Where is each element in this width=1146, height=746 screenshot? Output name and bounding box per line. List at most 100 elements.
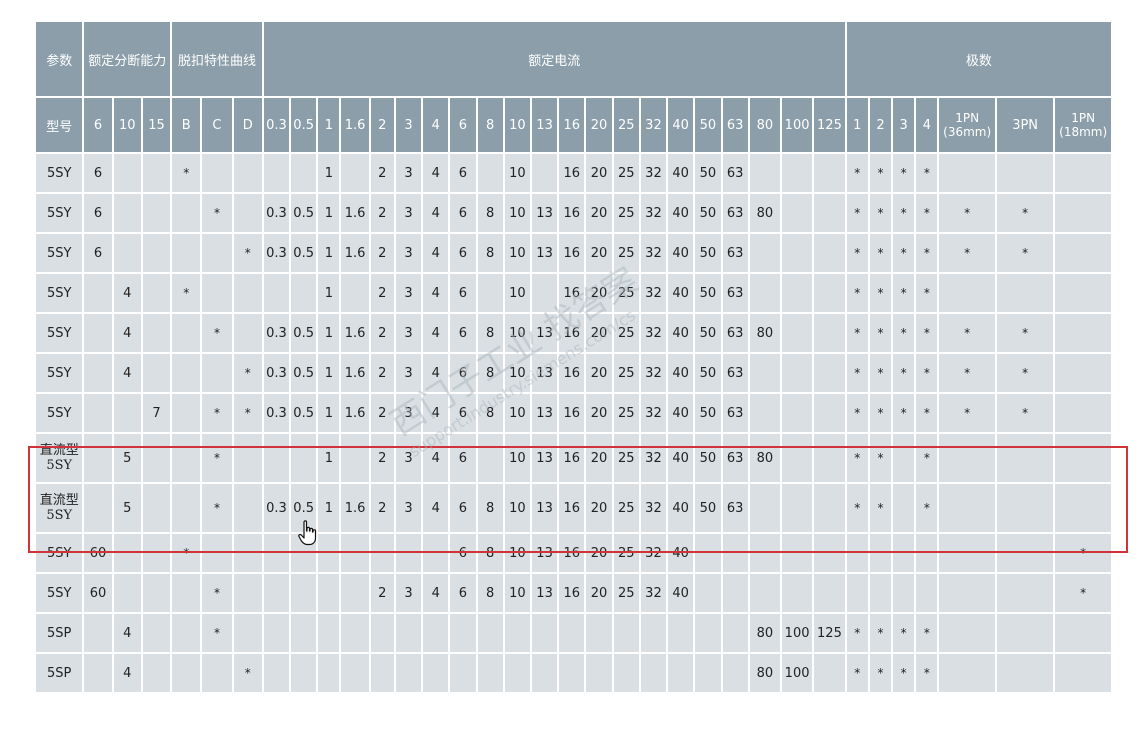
table-cell: *: [937, 352, 997, 394]
column-header: 80: [747, 96, 782, 154]
table-cell: [111, 532, 143, 574]
table-cell: [747, 532, 782, 574]
table-cell: [747, 482, 782, 534]
column-header: 型号: [33, 96, 85, 154]
table-cell: *: [844, 312, 870, 354]
table-cell: 4: [111, 272, 143, 314]
table-cell: 8: [475, 352, 505, 394]
table-cell: 4: [421, 352, 451, 394]
table-cell: [720, 532, 750, 574]
table-cell: 13: [529, 482, 560, 534]
table-cell: [82, 612, 114, 654]
table-cell: 32: [638, 532, 669, 574]
table-cell: 0.3: [261, 192, 292, 234]
table-cell: 25: [611, 432, 641, 484]
table-cell: [261, 652, 292, 694]
column-header: 1: [844, 96, 870, 154]
table-cell: [231, 612, 264, 654]
table-cell: [140, 532, 173, 574]
table-cell: [368, 652, 396, 694]
table-cell: [1053, 652, 1113, 694]
table-cell: 20: [584, 532, 614, 574]
table-cell: 125: [812, 612, 847, 654]
column-header: 3: [891, 96, 917, 154]
table-cell: [994, 152, 1056, 194]
table-cell: [170, 392, 203, 434]
table-cell: *: [1053, 532, 1113, 574]
table-cell: 20: [584, 352, 614, 394]
table-cell: [812, 482, 847, 534]
table-cell: 13: [529, 572, 560, 614]
table-cell: [231, 572, 264, 614]
table-cell: *: [844, 482, 870, 534]
table-cell: 3: [393, 572, 424, 614]
table-cell: 16: [557, 352, 587, 394]
table-cell: 50: [693, 152, 723, 194]
model-cell: 5SY: [33, 152, 85, 194]
table-cell: 63: [720, 232, 750, 274]
table-cell: [812, 572, 847, 614]
table-cell: [200, 532, 234, 574]
table-cell: 0.5: [289, 392, 319, 434]
table-cell: [867, 572, 894, 614]
table-cell: [475, 432, 505, 484]
table-cell: 32: [638, 232, 669, 274]
table-cell: 1: [316, 232, 342, 274]
column-header: 3: [393, 96, 424, 154]
table-cell: [891, 432, 917, 484]
table-cell: 6: [448, 572, 478, 614]
header-breaking-capacity: 额定分断能力: [82, 20, 173, 98]
table-cell: 40: [666, 352, 696, 394]
table-cell: 40: [666, 312, 696, 354]
model-cell: 5SY: [33, 352, 85, 394]
table-cell: 16: [557, 572, 587, 614]
table-cell: 20: [584, 572, 614, 614]
table-cell: *: [914, 152, 940, 194]
table-cell: 0.5: [289, 232, 319, 274]
column-header: 63: [720, 96, 750, 154]
table-cell: [111, 152, 143, 194]
table-cell: 63: [720, 352, 750, 394]
table-cell: [779, 482, 815, 534]
table-cell: [812, 152, 847, 194]
table-row: 5SY 6 * 0.3 0.5 1 1.6 2 3 4 6 8 10 13 16 20 25 32 40 50 63 * *…: [33, 232, 1113, 274]
table-cell: 40: [666, 392, 696, 434]
table-cell: *: [844, 152, 870, 194]
table-cell: *: [914, 312, 940, 354]
table-cell: [747, 352, 782, 394]
column-header: 100: [779, 96, 815, 154]
table-cell: [316, 572, 342, 614]
table-cell: [1053, 152, 1113, 194]
table-cell: 5: [111, 482, 143, 534]
column-header: 4: [421, 96, 451, 154]
table-cell: *: [844, 192, 870, 234]
table-cell: [393, 532, 424, 574]
table-cell: *: [867, 392, 894, 434]
table-cell: [339, 532, 371, 574]
table-cell: [82, 432, 114, 484]
model-cell: 5SY: [33, 572, 85, 614]
model-cell: 5SY: [33, 192, 85, 234]
table-cell: 40: [666, 152, 696, 194]
table-cell: 6: [448, 532, 478, 574]
table-cell: [611, 612, 641, 654]
model-cell: 5SP: [33, 652, 85, 694]
table-cell: 4: [421, 232, 451, 274]
table-cell: 50: [693, 232, 723, 274]
table-cell: [779, 352, 815, 394]
table-cell: [1053, 352, 1113, 394]
table-cell: 2: [368, 312, 396, 354]
table-cell: 0.5: [289, 482, 319, 534]
table-cell: *: [914, 482, 940, 534]
table-cell: 8: [475, 392, 505, 434]
table-cell: 1.6: [339, 312, 371, 354]
table-row: 5SY 6 * 1 2 3 4 6 10 16 20 25 32 40 50 63 * * * *: [33, 152, 1113, 194]
table-cell: [891, 532, 917, 574]
table-cell: [170, 192, 203, 234]
table-cell: 4: [421, 392, 451, 434]
table-cell: *: [914, 272, 940, 314]
table-cell: *: [231, 652, 264, 694]
table-cell: 8: [475, 192, 505, 234]
table-cell: 8: [475, 482, 505, 534]
table-cell: [529, 272, 560, 314]
